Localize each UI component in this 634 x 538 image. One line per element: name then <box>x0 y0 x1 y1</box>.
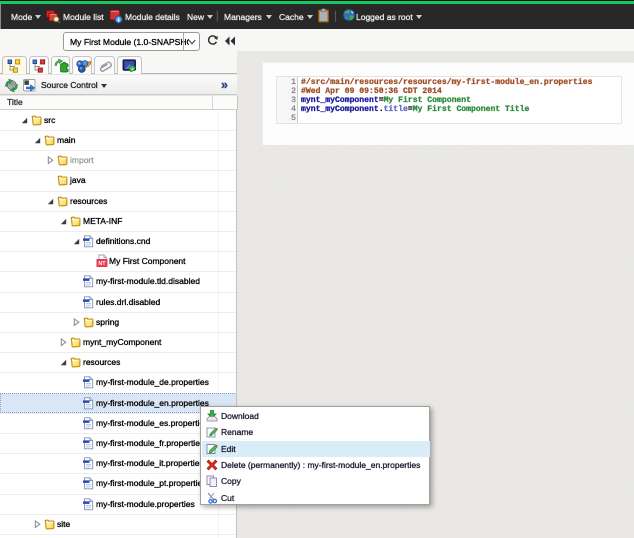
svg-text:NT: NT <box>98 261 106 267</box>
svg-text:i: i <box>118 17 120 24</box>
